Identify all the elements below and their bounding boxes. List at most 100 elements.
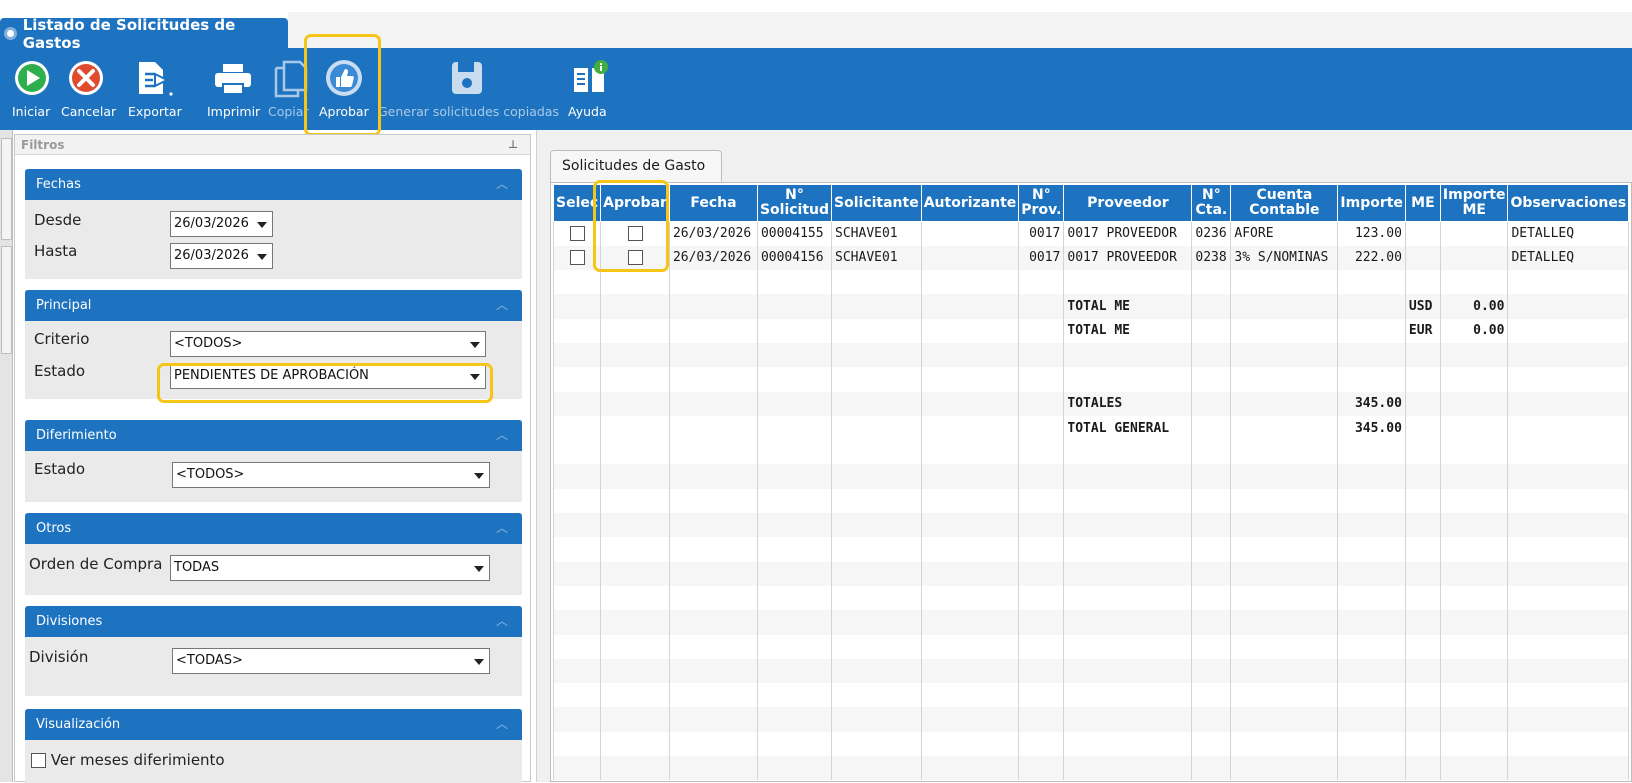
tab-solicitudes-de-gasto[interactable]: Solicitudes de Gasto xyxy=(550,150,722,183)
orden-compra-select[interactable]: TODAS xyxy=(170,555,490,581)
usd-currency: USD xyxy=(1404,294,1441,319)
group-otros: Otros ︿ Orden de Compra TODAS xyxy=(25,513,522,595)
col-proveedor[interactable]: Proveedor xyxy=(1063,184,1193,222)
group-visualizacion-title: Visualización xyxy=(36,717,121,732)
obs-cell: DETALLEQ xyxy=(1507,245,1630,271)
grid-header-row: Selec Aprobar Fecha N° Solicitud Solicit… xyxy=(552,184,1630,222)
window-title-tab[interactable]: Listado de Solicitudes de Gastos xyxy=(0,16,288,52)
grid-filler-rows xyxy=(552,440,1630,781)
empty-row xyxy=(552,561,1630,586)
collapse-chevron-icon[interactable]: ︿ xyxy=(496,290,508,321)
criterio-select[interactable]: <TODOS> xyxy=(170,331,486,357)
iniciar-label: Iniciar xyxy=(12,104,51,119)
division-label: División xyxy=(29,648,89,666)
autorizante-cell xyxy=(920,221,1020,246)
imprimir-button[interactable]: Imprimir xyxy=(205,48,261,130)
imprimir-label: Imprimir xyxy=(207,104,261,119)
empty-row xyxy=(552,731,1630,757)
col-n-cta[interactable]: N° Cta. xyxy=(1191,184,1232,222)
top-strip xyxy=(0,0,1632,12)
exportar-button[interactable]: Exportar xyxy=(122,48,192,130)
group-fechas-title: Fechas xyxy=(36,177,81,192)
table-row[interactable]: 26/03/2026 00004155 SCHAVE01 0017 0017 P… xyxy=(552,221,1630,246)
group-principal-title: Principal xyxy=(36,298,92,313)
fecha-cell: 26/03/2026 xyxy=(668,221,758,246)
division-select[interactable]: <TODAS> xyxy=(172,648,490,674)
copiar-button[interactable]: Copiar xyxy=(267,48,309,130)
aprobar-highlight xyxy=(304,34,381,136)
totales-value: 345.00 xyxy=(1337,391,1406,416)
tab-label: Solicitudes de Gasto xyxy=(562,158,706,174)
save-disk-icon xyxy=(452,62,482,94)
col-importe[interactable]: Importe xyxy=(1337,184,1406,222)
hasta-date-field[interactable]: 26/03/2026 xyxy=(170,243,273,269)
ayuda-label: Ayuda xyxy=(568,104,607,119)
side-tab-2[interactable] xyxy=(1,246,12,354)
cancelar-button[interactable]: Cancelar xyxy=(61,48,117,130)
diferimiento-estado-label: Estado xyxy=(34,460,86,478)
prov-cell: 0017 xyxy=(1018,245,1065,271)
side-tab-1[interactable] xyxy=(1,138,12,240)
filters-header: Filtros ⊥ xyxy=(15,135,530,155)
title-bar-background xyxy=(288,12,1632,49)
group-divisiones-title: Divisiones xyxy=(36,614,103,629)
collapse-chevron-icon[interactable]: ︿ xyxy=(496,709,508,740)
group-divisiones-header[interactable]: Divisiones ︿ xyxy=(25,606,522,637)
group-divisiones: Divisiones ︿ División <TODAS> xyxy=(25,606,522,696)
fecha-cell: 26/03/2026 xyxy=(668,245,758,271)
window-dot-icon xyxy=(4,27,17,40)
group-otros-header[interactable]: Otros ︿ xyxy=(25,513,522,544)
selec-checkbox[interactable] xyxy=(569,226,585,242)
iniciar-button[interactable]: Iniciar xyxy=(12,48,52,130)
collapse-chevron-icon[interactable]: ︿ xyxy=(496,513,508,544)
group-fechas: Fechas ︿ Desde 26/03/2026 Hasta 26/03/20… xyxy=(25,169,522,279)
collapse-chevron-icon[interactable]: ︿ xyxy=(496,169,508,200)
importe-me-cell xyxy=(1439,245,1509,271)
col-autorizante[interactable]: Autorizante xyxy=(920,184,1020,222)
pin-icon[interactable]: ⊥ xyxy=(508,135,518,155)
help-book-icon xyxy=(574,60,608,92)
diferimiento-estado-value: <TODOS> xyxy=(176,467,245,482)
me-cell xyxy=(1404,221,1441,246)
prov-cell: 0017 xyxy=(1018,221,1065,246)
group-fechas-header[interactable]: Fechas ︿ xyxy=(25,169,522,200)
selec-checkbox[interactable] xyxy=(569,250,585,266)
collapse-chevron-icon[interactable]: ︿ xyxy=(496,606,508,637)
col-n-prov[interactable]: N° Prov. xyxy=(1018,184,1065,222)
col-me[interactable]: ME xyxy=(1404,184,1441,222)
group-diferimiento-header[interactable]: Diferimiento ︿ xyxy=(25,420,522,451)
filters-panel: Filtros ⊥ Fechas ︿ Desde 26/03/2026 Hast… xyxy=(14,134,531,783)
total-general-value: 345.00 xyxy=(1337,415,1406,441)
total-me-label: TOTAL ME xyxy=(1063,318,1193,343)
totales-label: TOTALES xyxy=(1063,391,1193,416)
col-importe-me[interactable]: Importe ME xyxy=(1439,184,1509,222)
desde-date-field[interactable]: 26/03/2026 xyxy=(170,211,273,237)
division-value: <TODAS> xyxy=(176,653,243,668)
criterio-label: Criterio xyxy=(34,330,90,348)
empty-row xyxy=(552,464,1630,489)
estado-highlight xyxy=(157,363,493,403)
ver-meses-checkbox[interactable] xyxy=(31,753,46,768)
estado-label: Estado xyxy=(34,362,86,380)
generar-solicitudes-button[interactable]: Generar solicitudes copiadas xyxy=(378,48,559,130)
totales-row: TOTALES 345.00 xyxy=(552,391,1630,416)
col-fecha[interactable]: Fecha xyxy=(668,184,758,222)
export-icon xyxy=(139,62,173,96)
col-cuenta-contable[interactable]: Cuenta Contable xyxy=(1230,184,1339,222)
cta-cell: 0238 xyxy=(1191,245,1232,271)
ayuda-button[interactable]: Ayuda xyxy=(568,48,610,130)
col-observaciones[interactable]: Observaciones xyxy=(1507,184,1630,222)
group-otros-title: Otros xyxy=(36,521,72,536)
importe-me-cell xyxy=(1439,221,1509,246)
col-solicitante[interactable]: Solicitante xyxy=(831,184,922,222)
group-diferimiento: Diferimiento ︿ Estado <TODOS> xyxy=(25,420,522,502)
hasta-value: 26/03/2026 xyxy=(174,248,249,263)
ver-meses-option[interactable]: Ver meses diferimiento xyxy=(31,751,225,769)
group-principal-header[interactable]: Principal ︿ xyxy=(25,290,522,321)
group-visualizacion-header[interactable]: Visualización ︿ xyxy=(25,709,522,740)
col-n-solicitud[interactable]: N° Solicitud xyxy=(756,184,833,222)
diferimiento-estado-select[interactable]: <TODOS> xyxy=(172,462,490,488)
table-row[interactable]: 26/03/2026 00004156 SCHAVE01 0017 0017 P… xyxy=(552,245,1630,271)
ver-meses-label: Ver meses diferimiento xyxy=(50,751,225,769)
collapse-chevron-icon[interactable]: ︿ xyxy=(496,420,508,451)
